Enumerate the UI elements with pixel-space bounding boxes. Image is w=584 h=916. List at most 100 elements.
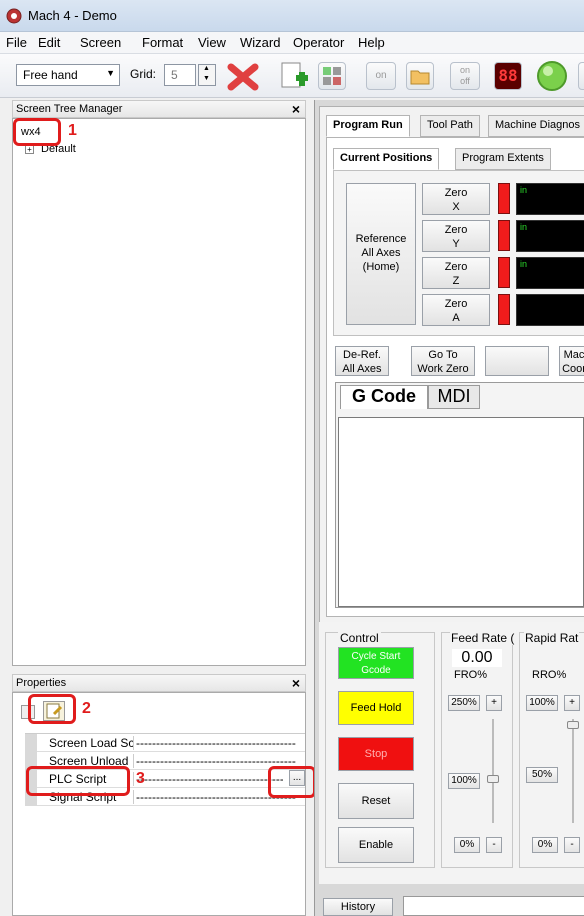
cycle-start-line2: Gcode bbox=[361, 665, 391, 676]
zero-x-axis: X bbox=[452, 201, 460, 213]
fro-min-button[interactable]: 0% bbox=[454, 837, 480, 853]
menu-file[interactable]: File bbox=[6, 35, 27, 50]
enable-button[interactable]: Enable bbox=[338, 827, 414, 863]
mode-select-value: Free hand bbox=[23, 68, 78, 82]
title-bar: Mach 4 - Demo bbox=[0, 0, 584, 32]
reset-button[interactable]: Reset bbox=[338, 783, 414, 819]
zero-y-button[interactable]: Zero Y bbox=[422, 220, 490, 252]
spin-down-icon: ▼ bbox=[203, 75, 210, 82]
menu-screen[interactable]: Screen bbox=[80, 35, 121, 50]
history-button[interactable]: History bbox=[323, 898, 393, 916]
menu-format[interactable]: Format bbox=[142, 35, 183, 50]
properties-title: Properties bbox=[16, 677, 67, 689]
fro-minus-button[interactable]: - bbox=[486, 837, 502, 853]
z-dro[interactable]: in bbox=[516, 257, 584, 289]
close-icon[interactable]: × bbox=[292, 101, 300, 117]
tab-machine-diagnostics[interactable]: Machine Diagnos bbox=[488, 115, 584, 137]
tree-expander-icon[interactable]: + bbox=[25, 145, 34, 154]
zero-x-top: Zero bbox=[444, 187, 468, 199]
mode-select[interactable]: Free hand ▼ bbox=[16, 64, 120, 86]
more-tools-icon[interactable] bbox=[578, 62, 584, 90]
grid-input[interactable]: 5 bbox=[164, 64, 196, 86]
menu-help[interactable]: Help bbox=[358, 35, 385, 50]
fro-max-button[interactable]: 250% bbox=[448, 695, 480, 711]
tab-program-extents[interactable]: Program Extents bbox=[455, 148, 551, 170]
history-field[interactable] bbox=[403, 896, 584, 916]
menu-bar: File Edit Screen Format View Wizard Oper… bbox=[0, 32, 584, 54]
goto-work-zero-button[interactable]: Go To Work Zero bbox=[411, 346, 475, 376]
rro-label: RRO% bbox=[532, 669, 567, 681]
cycle-start-line1: Cycle Start bbox=[351, 651, 401, 662]
position-tabs: Current Positions Program Extents bbox=[333, 148, 583, 170]
mach-line1: Mac bbox=[563, 349, 584, 361]
blank-button[interactable] bbox=[485, 346, 549, 376]
toggle-button-icon[interactable]: on off bbox=[450, 62, 480, 90]
menu-view[interactable]: View bbox=[198, 35, 226, 50]
app-icon bbox=[6, 8, 22, 24]
toggle-off-label: off bbox=[460, 76, 470, 86]
menu-operator[interactable]: Operator bbox=[293, 35, 344, 50]
fro-slider-track[interactable] bbox=[492, 719, 494, 823]
indicator-tool-icon[interactable] bbox=[318, 62, 346, 90]
annotation-number-3: 3 bbox=[136, 770, 145, 787]
tab-current-positions[interactable]: Current Positions bbox=[333, 148, 440, 170]
close-icon[interactable]: × bbox=[292, 675, 300, 691]
a-dro[interactable] bbox=[516, 294, 584, 326]
rro-mid-button[interactable]: 50% bbox=[526, 767, 558, 783]
property-row[interactable]: Screen Load Sc -------------------------… bbox=[37, 734, 305, 752]
grid-spinner[interactable]: ▲ ▼ bbox=[198, 64, 216, 86]
zero-z-button[interactable]: Zero Z bbox=[422, 257, 490, 289]
gcode-display[interactable] bbox=[338, 417, 584, 607]
cycle-start-button[interactable]: Cycle Start Gcode bbox=[338, 647, 414, 679]
led-tool-icon[interactable] bbox=[536, 60, 568, 92]
feed-rate-group: Feed Rate ( 0.00 FRO% 250% + 100% 0% - bbox=[441, 631, 516, 868]
rro-plus-button[interactable]: + bbox=[564, 695, 580, 711]
menu-edit[interactable]: Edit bbox=[38, 35, 60, 50]
goto-line2: Work Zero bbox=[417, 363, 469, 375]
y-dro-unit: in bbox=[520, 222, 528, 232]
rro-slider-thumb[interactable] bbox=[567, 721, 579, 729]
rro-max-button[interactable]: 100% bbox=[526, 695, 558, 711]
y-dro[interactable]: in bbox=[516, 220, 584, 252]
tab-program-run[interactable]: Program Run bbox=[326, 115, 410, 137]
property-name: Screen Load Sc bbox=[49, 736, 133, 750]
gcode-panel: G Code MDI bbox=[335, 382, 584, 608]
y-axis-indicator bbox=[498, 220, 510, 251]
menu-wizard[interactable]: Wizard bbox=[240, 35, 280, 50]
rro-minus-button[interactable]: - bbox=[564, 837, 580, 853]
a-axis-indicator bbox=[498, 294, 510, 325]
fro-plus-button[interactable]: + bbox=[486, 695, 502, 711]
feed-rate-title: Feed Rate ( bbox=[450, 631, 516, 645]
reference-all-axes-button[interactable]: Reference All Axes (Home) bbox=[346, 183, 416, 325]
annotation-box-4 bbox=[268, 766, 316, 798]
tab-gcode[interactable]: G Code bbox=[340, 385, 428, 409]
zero-a-button[interactable]: Zero A bbox=[422, 294, 490, 326]
fro-mid-button[interactable]: 100% bbox=[448, 773, 480, 789]
digit-display-value: 88 bbox=[498, 66, 518, 85]
main-tabs: Program Run Tool Path Machine Diagnos bbox=[326, 115, 584, 137]
properties-header: Properties × bbox=[12, 674, 306, 692]
folder-tool-icon[interactable] bbox=[406, 62, 434, 90]
tab-mdi[interactable]: MDI bbox=[428, 385, 480, 409]
zero-x-button[interactable]: Zero X bbox=[422, 183, 490, 215]
program-run-panel: Program Run Tool Path Machine Diagnos Cu… bbox=[319, 106, 584, 626]
zero-z-top: Zero bbox=[444, 261, 468, 273]
deref-line1: De-Ref. bbox=[343, 349, 381, 361]
z-axis-indicator bbox=[498, 257, 510, 288]
add-control-icon[interactable] bbox=[276, 60, 310, 94]
rro-slider-track[interactable] bbox=[572, 719, 574, 823]
delete-icon[interactable] bbox=[226, 60, 260, 94]
on-button-label: on bbox=[375, 70, 387, 81]
on-button-icon[interactable]: on bbox=[366, 62, 396, 90]
x-dro[interactable]: in bbox=[516, 183, 584, 215]
machine-coords-button[interactable]: Mac Coor bbox=[559, 346, 584, 376]
tab-tool-path[interactable]: Tool Path bbox=[420, 115, 480, 137]
fro-slider-thumb[interactable] bbox=[487, 775, 499, 783]
deref-all-axes-button[interactable]: De-Ref. All Axes bbox=[335, 346, 389, 376]
zero-y-axis: Y bbox=[452, 238, 460, 250]
stop-button[interactable]: Stop bbox=[338, 737, 414, 771]
feed-hold-button[interactable]: Feed Hold bbox=[338, 691, 414, 725]
digit-display-icon[interactable]: 88 bbox=[494, 62, 522, 90]
rro-min-button[interactable]: 0% bbox=[532, 837, 558, 853]
reference-line1: Reference bbox=[355, 233, 407, 245]
